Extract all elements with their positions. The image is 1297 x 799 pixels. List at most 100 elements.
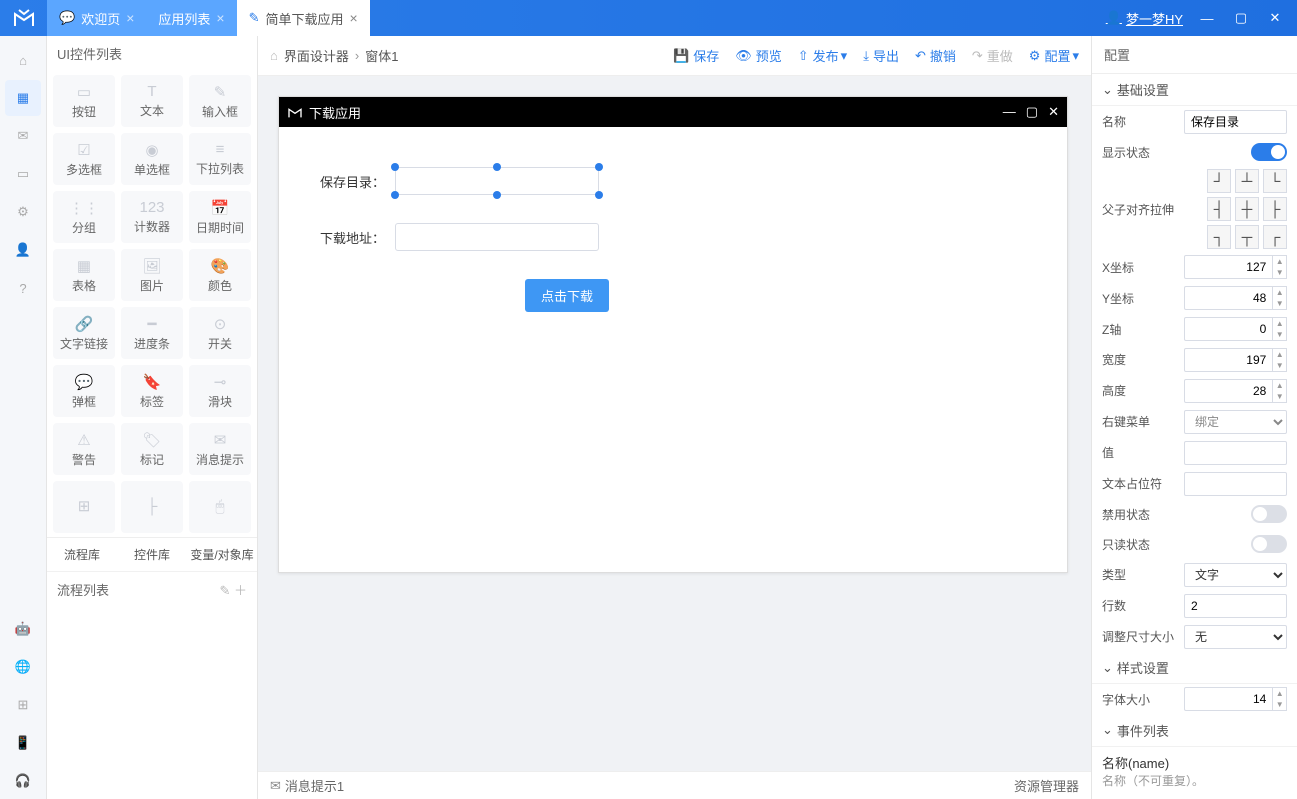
widget-item[interactable]: 🔖标签	[121, 365, 183, 417]
rail-home-icon[interactable]: ⌂	[5, 42, 41, 78]
libtab-flow[interactable]: 流程库	[47, 538, 117, 571]
prop-ctxmenu-select[interactable]: 绑定	[1184, 410, 1287, 434]
rail-mobile-icon[interactable]: 📱	[5, 725, 41, 761]
widget-item[interactable]: ⊙开关	[189, 307, 251, 359]
prop-placeholder-input[interactable]	[1184, 472, 1287, 496]
rail-support-icon[interactable]: 🎧	[5, 763, 41, 799]
prop-x-input[interactable]	[1184, 255, 1273, 279]
widget-item[interactable]: 🖼图片	[121, 249, 183, 301]
close-icon[interactable]: ×	[126, 10, 134, 26]
resource-manager-link[interactable]: 资源管理器	[1014, 776, 1079, 795]
widget-item[interactable]: ▭按钮	[53, 75, 115, 127]
align-br[interactable]: ┌	[1263, 225, 1287, 249]
download-button[interactable]: 点击下载	[525, 279, 609, 312]
prop-name-input[interactable]	[1184, 110, 1287, 134]
tab-welcome[interactable]: 💬 欢迎页 ×	[47, 0, 146, 36]
resize-handle[interactable]	[595, 163, 603, 171]
widget-item[interactable]: T文本	[121, 75, 183, 127]
prop-y-input[interactable]	[1184, 286, 1273, 310]
widget-item[interactable]: ≡下拉列表	[189, 133, 251, 185]
rail-help-icon[interactable]: ?	[5, 270, 41, 306]
section-events[interactable]: ⌄事件列表	[1092, 715, 1297, 747]
selected-input-wrap[interactable]	[395, 167, 599, 195]
preview-button[interactable]: 👁预览	[735, 46, 782, 65]
widget-item[interactable]: 123计数器	[121, 191, 183, 243]
prop-rows-input[interactable]	[1184, 594, 1287, 618]
align-ml[interactable]: ┤	[1207, 197, 1231, 221]
widget-item[interactable]: 💬弹框	[53, 365, 115, 417]
close-button[interactable]: ✕	[1265, 10, 1285, 26]
rail-user-icon[interactable]: 👤	[5, 232, 41, 268]
widget-item[interactable]: ⊸滑块	[189, 365, 251, 417]
widget-item[interactable]: 🎨颜色	[189, 249, 251, 301]
widget-item[interactable]: ☑多选框	[53, 133, 115, 185]
close-icon[interactable]: ✕	[1048, 104, 1059, 120]
resize-handle[interactable]	[391, 163, 399, 171]
add-icon[interactable]: ＋	[234, 583, 247, 598]
widget-item[interactable]: ⋮⋮分组	[53, 191, 115, 243]
rail-globe-icon[interactable]: 🌐	[5, 649, 41, 685]
widget-item[interactable]: ◉单选框	[121, 133, 183, 185]
save-button[interactable]: 💾保存	[673, 46, 719, 65]
rail-box-icon[interactable]: ▭	[5, 156, 41, 192]
widget-item[interactable]: ✉消息提示	[189, 423, 251, 475]
section-style[interactable]: ⌄样式设置	[1092, 652, 1297, 684]
resize-handle[interactable]	[391, 191, 399, 199]
download-url-input[interactable]	[395, 223, 599, 251]
prop-h-input[interactable]	[1184, 379, 1273, 403]
widget-item[interactable]: ━进度条	[121, 307, 183, 359]
align-bc[interactable]: ┬	[1235, 225, 1259, 249]
tab-applist[interactable]: 应用列表 ×	[146, 0, 236, 36]
close-icon[interactable]: ×	[216, 10, 224, 26]
widget-item[interactable]: 🔗文字链接	[53, 307, 115, 359]
align-mc[interactable]: ┼	[1235, 197, 1259, 221]
maximize-button[interactable]: ▢	[1231, 10, 1251, 26]
prop-fontsize-input[interactable]	[1184, 687, 1273, 711]
minimize-icon[interactable]: —	[1003, 104, 1016, 120]
widget-item[interactable]: ▦表格	[53, 249, 115, 301]
prop-type-select[interactable]: 文字	[1184, 563, 1287, 587]
align-tc[interactable]: ┴	[1235, 169, 1259, 193]
prop-z-input[interactable]	[1184, 317, 1273, 341]
widget-item[interactable]: 🖱	[189, 481, 251, 533]
undo-button[interactable]: ↶撤销	[915, 46, 956, 65]
rail-gear-icon[interactable]: ⚙	[5, 194, 41, 230]
publish-button[interactable]: ⇧发布▾	[798, 46, 847, 65]
resize-handle[interactable]	[493, 163, 501, 171]
edit-icon[interactable]: ✎	[219, 583, 230, 598]
libtab-widget[interactable]: 控件库	[117, 538, 187, 571]
close-icon[interactable]: ×	[350, 10, 358, 26]
section-basic[interactable]: ⌄基础设置	[1092, 74, 1297, 106]
prop-w-input[interactable]	[1184, 348, 1273, 372]
widget-item[interactable]: ⊞	[53, 481, 115, 533]
design-canvas[interactable]: 下载应用 — ▢ ✕ 保存目录：	[258, 76, 1091, 771]
prop-visible-toggle[interactable]	[1251, 143, 1287, 161]
tab-download-app[interactable]: ✎ 简单下载应用 ×	[237, 0, 370, 36]
rail-robot-icon[interactable]: 🤖	[5, 611, 41, 647]
resize-handle[interactable]	[595, 191, 603, 199]
rail-windows-icon[interactable]: ⊞	[5, 687, 41, 723]
config-button[interactable]: ⚙配置▾	[1029, 46, 1079, 65]
prop-value-input[interactable]	[1184, 441, 1287, 465]
widget-item[interactable]: 📅日期时间	[189, 191, 251, 243]
align-bl[interactable]: ┐	[1207, 225, 1231, 249]
prop-resize-select[interactable]: 无	[1184, 625, 1287, 649]
status-message[interactable]: 消息提示1	[285, 776, 344, 795]
prop-readonly-toggle[interactable]	[1251, 535, 1287, 553]
export-button[interactable]: ⤓导出	[863, 46, 899, 65]
rail-mail-icon[interactable]: ✉	[5, 118, 41, 154]
align-tr[interactable]: └	[1263, 169, 1287, 193]
rail-grid-icon[interactable]: ▦	[5, 80, 41, 116]
libtab-var[interactable]: 变量/对象库	[187, 538, 257, 571]
widget-item[interactable]: ⚠警告	[53, 423, 115, 475]
maximize-icon[interactable]: ▢	[1026, 104, 1038, 120]
widget-item[interactable]: 🏷标记	[121, 423, 183, 475]
minimize-button[interactable]: —	[1197, 11, 1217, 26]
prop-disabled-toggle[interactable]	[1251, 505, 1287, 523]
align-tl[interactable]: ┘	[1207, 169, 1231, 193]
widget-item[interactable]: ├	[121, 481, 183, 533]
resize-handle[interactable]	[493, 191, 501, 199]
align-mr[interactable]: ├	[1263, 197, 1287, 221]
widget-item[interactable]: ✎输入框	[189, 75, 251, 127]
user-link[interactable]: 👤 梦一梦HY	[1106, 9, 1183, 28]
